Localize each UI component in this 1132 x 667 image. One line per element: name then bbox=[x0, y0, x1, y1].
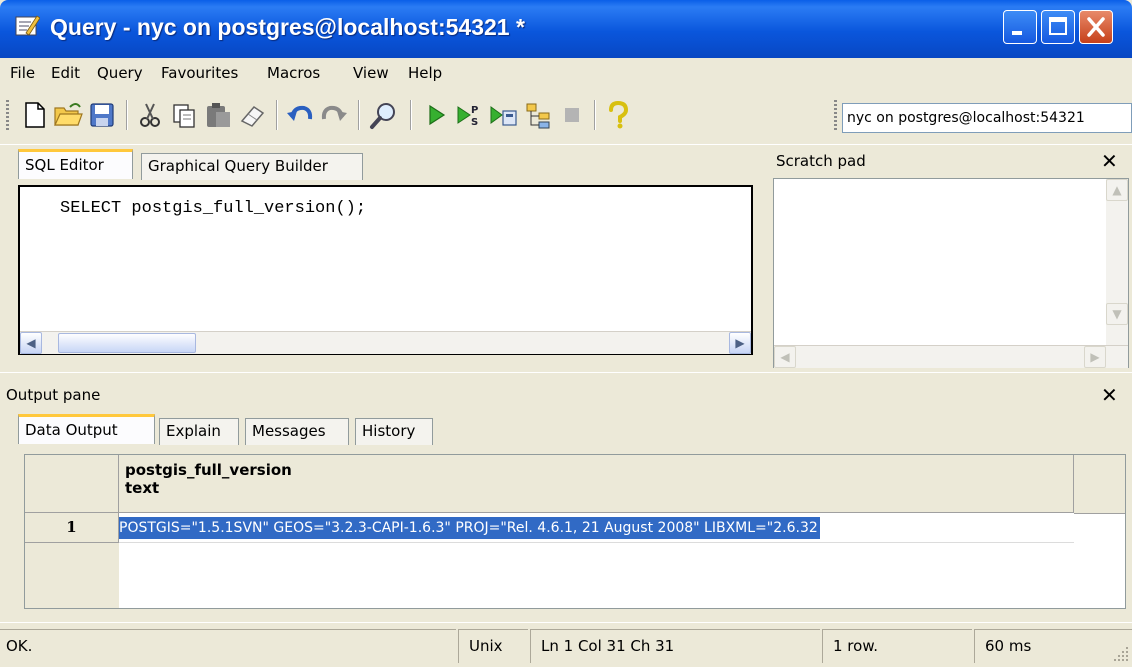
toolbar-grip[interactable] bbox=[834, 100, 837, 130]
copy-icon[interactable] bbox=[168, 99, 200, 131]
minimize-icon bbox=[1012, 31, 1022, 35]
toolbar-grip[interactable] bbox=[6, 100, 9, 130]
status-message: OK. bbox=[0, 629, 456, 663]
tab-history[interactable]: History bbox=[355, 418, 433, 445]
menu-edit[interactable]: Edit bbox=[51, 64, 80, 82]
scroll-right-button[interactable]: ▶ bbox=[1084, 346, 1106, 368]
scroll-down-button[interactable]: ▼ bbox=[1106, 303, 1128, 325]
clear-eraser-icon[interactable] bbox=[236, 99, 268, 131]
window-titlebar[interactable]: Query - nyc on postgres@localhost:54321 … bbox=[0, 0, 1132, 58]
menu-bar: File Edit Query Favourites Macros View H… bbox=[0, 58, 1132, 88]
menu-favourites[interactable]: Favourites bbox=[161, 64, 238, 82]
explain-query-icon[interactable] bbox=[522, 99, 554, 131]
maximize-button[interactable] bbox=[1041, 10, 1075, 44]
column-name: postgis_full_version bbox=[125, 461, 292, 479]
tab-graphical-query-builder[interactable]: Graphical Query Builder bbox=[141, 153, 363, 180]
connection-combo[interactable]: nyc on postgres@localhost:54321 bbox=[842, 103, 1132, 133]
undo-icon[interactable] bbox=[284, 99, 316, 131]
toolbar-separator bbox=[594, 100, 596, 130]
scroll-right-button[interactable]: ▶ bbox=[729, 332, 751, 354]
new-file-icon[interactable] bbox=[18, 99, 50, 131]
sql-code[interactable]: SELECT postgis_full_version(); bbox=[60, 199, 366, 218]
tab-messages[interactable]: Messages bbox=[245, 418, 349, 445]
grid-corner[interactable] bbox=[25, 455, 119, 513]
scratch-pad-close-icon[interactable]: ✕ bbox=[1101, 149, 1118, 173]
cancel-query-icon[interactable] bbox=[556, 99, 588, 131]
header-filler bbox=[1074, 455, 1125, 514]
output-pane-close-icon[interactable]: ✕ bbox=[1101, 383, 1118, 407]
status-row-count: 1 row. bbox=[822, 629, 972, 663]
scroll-left-button[interactable]: ◀ bbox=[774, 346, 796, 368]
toolbar-separator bbox=[276, 100, 278, 130]
status-bar: OK. Unix Ln 1 Col 31 Ch 31 1 row. 60 ms bbox=[0, 622, 1132, 667]
minimize-button[interactable] bbox=[1003, 10, 1037, 44]
svg-text:S: S bbox=[471, 117, 478, 128]
status-query-time: 60 ms bbox=[974, 629, 1132, 663]
find-magnifier-icon[interactable] bbox=[368, 99, 400, 131]
status-cursor-position: Ln 1 Col 31 Ch 31 bbox=[530, 629, 820, 663]
row-number[interactable]: 1 bbox=[25, 513, 119, 543]
cut-icon[interactable] bbox=[134, 99, 166, 131]
data-output-grid[interactable]: postgis_full_version text 1 POSTGIS="1.5… bbox=[24, 454, 1126, 609]
query-app-icon bbox=[15, 15, 40, 36]
editor-horizontal-scrollbar[interactable]: ◀ ▶ bbox=[20, 331, 751, 354]
maximize-icon bbox=[1049, 17, 1067, 35]
status-line-ending: Unix bbox=[458, 629, 528, 663]
tab-sql-editor[interactable]: SQL Editor bbox=[18, 149, 133, 179]
window-title: Query - nyc on postgres@localhost:54321 … bbox=[50, 14, 525, 40]
scratch-pad-label: Scratch pad bbox=[776, 152, 866, 170]
save-icon[interactable] bbox=[86, 99, 118, 131]
redo-icon[interactable] bbox=[318, 99, 350, 131]
tab-data-output[interactable]: Data Output bbox=[18, 414, 155, 444]
close-icon bbox=[1087, 17, 1105, 37]
close-window-button[interactable] bbox=[1079, 10, 1113, 44]
output-pane-label: Output pane bbox=[6, 386, 101, 404]
menu-file[interactable]: File bbox=[10, 64, 35, 82]
pane-splitter[interactable] bbox=[0, 372, 1132, 379]
scroll-up-button[interactable]: ▲ bbox=[1106, 179, 1128, 201]
column-header-postgis-full-version[interactable]: postgis_full_version text bbox=[119, 455, 1074, 513]
sql-editor[interactable]: SELECT postgis_full_version(); ◀ ▶ bbox=[18, 185, 753, 355]
menu-query[interactable]: Query bbox=[97, 64, 143, 82]
table-row[interactable]: POSTGIS="1.5.1SVN" GEOS="3.2.3-CAPI-1.6.… bbox=[119, 513, 1074, 543]
toolbar-separator bbox=[358, 100, 360, 130]
execute-query-icon[interactable] bbox=[420, 99, 452, 131]
menu-view[interactable]: View bbox=[353, 64, 389, 82]
svg-text:P: P bbox=[471, 105, 478, 116]
result-cell-value[interactable]: POSTGIS="1.5.1SVN" GEOS="3.2.3-CAPI-1.6.… bbox=[119, 517, 820, 539]
scroll-thumb[interactable] bbox=[58, 333, 196, 353]
scratch-pad-textarea[interactable]: ▲ ▼ ◀ ▶ bbox=[773, 178, 1129, 368]
tab-explain[interactable]: Explain bbox=[159, 418, 239, 445]
help-question-icon[interactable] bbox=[602, 99, 634, 131]
menu-macros[interactable]: Macros bbox=[267, 64, 320, 82]
execute-to-file-icon[interactable] bbox=[488, 99, 520, 131]
scratch-vertical-scrollbar[interactable]: ▲ ▼ bbox=[1106, 179, 1128, 345]
scratch-horizontal-scrollbar[interactable]: ◀ ▶ bbox=[774, 345, 1128, 368]
toolbar-separator bbox=[410, 100, 412, 130]
resize-grip-icon[interactable] bbox=[1112, 645, 1130, 663]
column-type: text bbox=[125, 479, 160, 497]
paste-icon[interactable] bbox=[202, 99, 234, 131]
scroll-left-button[interactable]: ◀ bbox=[20, 332, 42, 354]
execute-pgscript-icon[interactable]: PS bbox=[454, 99, 486, 131]
open-folder-icon[interactable] bbox=[52, 99, 84, 131]
toolbar-separator bbox=[126, 100, 128, 130]
menu-help[interactable]: Help bbox=[408, 64, 442, 82]
